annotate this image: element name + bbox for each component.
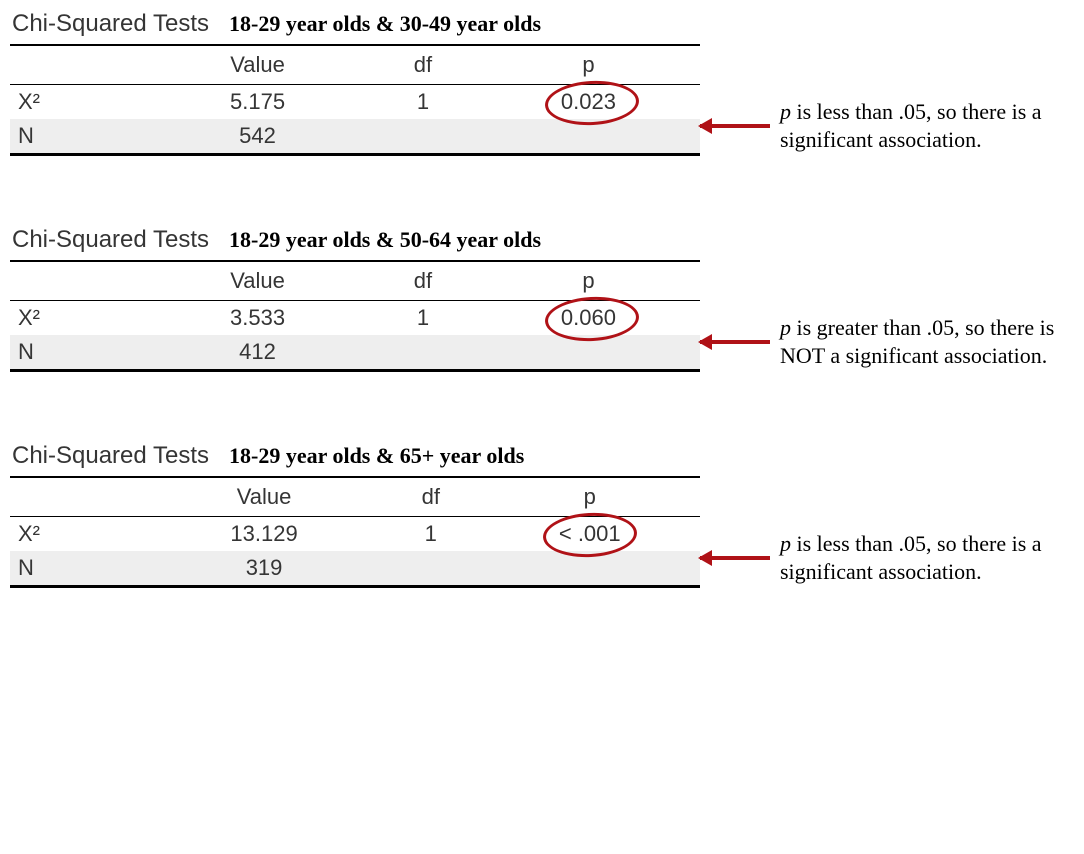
cell-n: 319 (146, 551, 382, 587)
annotation-text: p is greater than .05, so there is NOT a… (780, 314, 1060, 369)
col-df: df (369, 45, 477, 85)
block-subtitle: 18-29 year olds & 65+ year olds (229, 443, 524, 469)
cell-n: 412 (146, 335, 369, 371)
cell-value: 3.533 (146, 301, 369, 336)
row-label-n: N (10, 551, 146, 587)
annotation-p-symbol: p (780, 315, 791, 340)
annotation-text: p is less than .05, so there is a signif… (780, 98, 1060, 153)
arrow-left-icon (700, 124, 770, 128)
table-row: X² 13.129 1 < .001 (10, 517, 700, 552)
table-row: N 319 (10, 551, 700, 587)
annotation: p is less than .05, so there is a signif… (700, 98, 1060, 153)
cell-value: 13.129 (146, 517, 382, 552)
block-subtitle: 18-29 year olds & 30-49 year olds (229, 11, 541, 37)
page: Chi-Squared Tests 18-29 year olds & 30-4… (10, 10, 1070, 588)
chi-block-2: Chi-Squared Tests 18-29 year olds & 50-6… (10, 226, 1070, 372)
col-value: Value (146, 261, 369, 301)
block-title: Chi-Squared Tests (12, 226, 209, 254)
row-label-x2: X² (10, 301, 146, 336)
annotation-rest: is less than .05, so there is a signific… (780, 99, 1042, 152)
cell-p: < .001 (480, 517, 701, 552)
col-df: df (382, 477, 479, 517)
col-value: Value (146, 45, 369, 85)
cell-value: 5.175 (146, 85, 369, 120)
p-value: 0.060 (561, 305, 616, 330)
col-value: Value (146, 477, 382, 517)
arrow-left-icon (700, 340, 770, 344)
block-title: Chi-Squared Tests (12, 442, 209, 470)
chi-table: Value df p X² 13.129 1 < .001 (10, 476, 700, 588)
annotation-rest: is less than .05, so there is a signific… (780, 531, 1042, 584)
row-label-n: N (10, 335, 146, 371)
cell-p: 0.060 (477, 301, 700, 336)
col-blank (10, 45, 146, 85)
annotation-text: p is less than .05, so there is a signif… (780, 530, 1060, 585)
cell-df: 1 (369, 85, 477, 120)
block-subtitle: 18-29 year olds & 50-64 year olds (229, 227, 541, 253)
table-row: N 542 (10, 119, 700, 155)
col-blank (10, 477, 146, 517)
annotation: p is greater than .05, so there is NOT a… (700, 314, 1060, 369)
row-label-x2: X² (10, 517, 146, 552)
annotation-p-symbol: p (780, 531, 791, 556)
table-row: X² 3.533 1 0.060 (10, 301, 700, 336)
chi-block-1: Chi-Squared Tests 18-29 year olds & 30-4… (10, 10, 1070, 156)
block-title: Chi-Squared Tests (12, 10, 209, 38)
annotation: p is less than .05, so there is a signif… (700, 530, 1060, 585)
cell-df: 1 (369, 301, 477, 336)
cell-p: 0.023 (477, 85, 700, 120)
col-p: p (480, 477, 701, 517)
cell-df: 1 (382, 517, 479, 552)
table-row: X² 5.175 1 0.023 (10, 85, 700, 120)
col-blank (10, 261, 146, 301)
col-p: p (477, 261, 700, 301)
p-value: 0.023 (561, 89, 616, 114)
chi-block-3: Chi-Squared Tests 18-29 year olds & 65+ … (10, 442, 1070, 588)
chi-table: Value df p X² 3.533 1 0.060 (10, 260, 700, 372)
annotation-p-symbol: p (780, 99, 791, 124)
chi-table: Value df p X² 5.175 1 0.023 (10, 44, 700, 156)
annotation-rest: is greater than .05, so there is NOT a s… (780, 315, 1054, 368)
p-value: < .001 (559, 521, 621, 546)
row-label-n: N (10, 119, 146, 155)
table-row: N 412 (10, 335, 700, 371)
cell-n: 542 (146, 119, 369, 155)
arrow-left-icon (700, 556, 770, 560)
col-p: p (477, 45, 700, 85)
row-label-x2: X² (10, 85, 146, 120)
col-df: df (369, 261, 477, 301)
